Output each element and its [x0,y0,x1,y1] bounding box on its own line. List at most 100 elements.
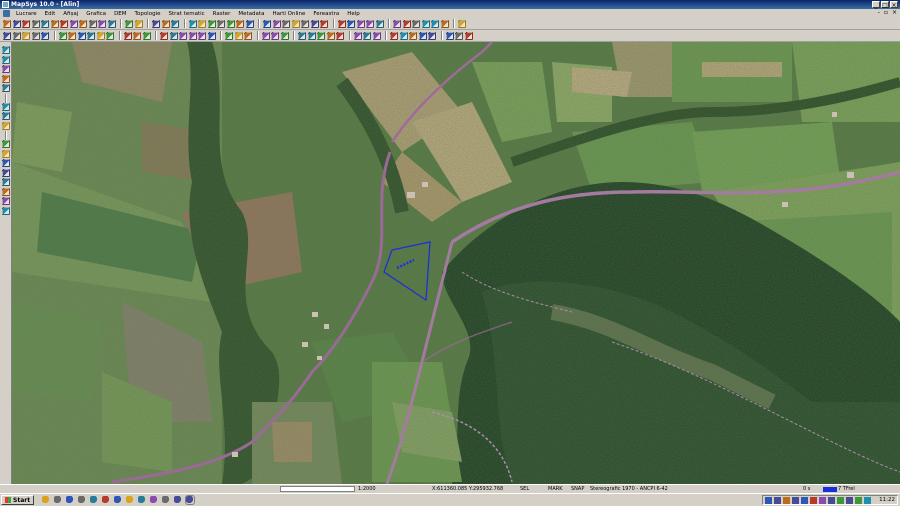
menu-afisaj[interactable]: Afișaj [59,11,82,17]
maximize-button[interactable]: □ [881,1,889,9]
trim-icon[interactable] [179,31,187,40]
undo-icon[interactable] [125,19,133,28]
mdi-minimize-button[interactable]: - [878,9,880,16]
snap-mid-icon[interactable] [356,19,365,28]
mdi-restore-button[interactable]: ▫ [884,9,888,16]
layer-tool-icon[interactable] [1,84,10,92]
edit-tool-icon[interactable] [1,206,10,215]
export-icon[interactable] [107,19,116,28]
polar-icon[interactable] [372,31,381,40]
map-canvas[interactable] [12,42,900,484]
word-icon[interactable] [90,496,99,504]
label-icon[interactable] [225,31,233,40]
print-icon[interactable] [31,19,40,28]
layers-icon[interactable] [458,19,466,28]
pdf-icon[interactable] [114,496,123,504]
info-icon[interactable] [245,19,254,28]
pan-icon[interactable] [217,19,225,28]
folder-icon[interactable] [78,496,87,504]
mark-indicator[interactable]: MARK [548,486,563,492]
save-icon[interactable] [22,19,30,28]
ie-icon[interactable] [54,496,63,504]
move-icon[interactable] [22,31,30,40]
attribute-icon[interactable] [236,19,244,28]
menu-topologie[interactable]: Topologie [131,11,165,17]
minimize-button[interactable]: _ [872,1,880,9]
coord-icon[interactable] [390,31,398,40]
bisect-icon[interactable] [336,31,344,40]
circle-icon[interactable] [96,31,105,40]
rectangle-icon[interactable] [87,31,95,40]
offset-icon[interactable] [169,31,178,40]
node-select-icon[interactable] [12,31,21,40]
raster-icon[interactable] [310,19,319,28]
snap-icon[interactable] [337,19,346,28]
line-icon[interactable] [58,31,67,40]
scale-icon[interactable] [41,31,49,40]
command-input[interactable] [280,486,355,492]
snap-center-icon[interactable] [366,19,374,28]
edit-tool-icon[interactable] [1,197,10,205]
rotate-icon[interactable] [31,31,40,40]
sound-icon[interactable] [783,496,791,504]
document-icon[interactable] [3,10,10,17]
measure-icon[interactable] [142,31,151,40]
start-button[interactable]: Start [1,495,35,505]
app-icon[interactable] [2,1,9,8]
properties-icon[interactable] [98,19,106,28]
merge-icon[interactable] [421,19,430,28]
display-icon[interactable] [819,496,827,504]
hatch-icon[interactable] [261,31,270,40]
power-icon[interactable] [828,496,836,504]
open-folder-icon[interactable] [88,19,97,28]
edit-tool-icon[interactable] [1,140,10,148]
dimension-icon[interactable] [234,31,243,40]
menu-dem[interactable]: DEM [110,11,130,17]
polygon-icon[interactable] [77,31,86,40]
grid-icon[interactable] [320,19,328,28]
symbol-icon[interactable] [133,31,141,40]
mapsys-icon[interactable] [185,495,196,505]
join-icon[interactable] [207,31,216,40]
redo-icon[interactable] [134,19,143,28]
email-icon[interactable] [66,496,75,504]
paste-icon[interactable] [171,19,179,28]
network-icon[interactable] [765,496,773,504]
topology-icon[interactable] [431,19,439,28]
explorer-icon[interactable] [42,496,51,504]
fence-line-icon[interactable] [445,31,454,40]
stack-icon[interactable] [464,31,473,40]
snap-grid-icon[interactable] [353,31,362,40]
zoom-window-icon[interactable] [399,31,408,40]
select-icon[interactable] [263,19,271,28]
new-file-icon[interactable] [3,19,11,28]
menu-lucrare[interactable]: Lucrare [12,11,41,17]
intersect-icon[interactable] [317,31,325,40]
fence-icon[interactable] [298,31,306,40]
text-icon[interactable] [123,31,132,40]
zoom-in-icon[interactable] [188,19,197,28]
update-icon[interactable] [792,496,800,504]
media-icon[interactable] [162,496,171,504]
menu-help[interactable]: Help [343,11,364,17]
menu-strat-tematic[interactable]: Strat tematic [164,11,208,17]
split-icon[interactable] [412,19,420,28]
select-tool-icon[interactable] [1,46,10,54]
battery-icon[interactable] [810,496,818,504]
layer-tool-icon[interactable] [1,74,10,83]
color-icon[interactable] [280,31,289,40]
edit-tool-icon[interactable] [1,178,10,186]
check-icon[interactable] [440,19,449,28]
select-poly-icon[interactable] [282,19,290,28]
zoom-out-icon[interactable] [198,19,206,28]
ortho-icon[interactable] [363,31,371,40]
antivirus-icon[interactable] [774,496,782,504]
node-icon[interactable] [393,19,401,28]
perpendicular-icon[interactable] [307,31,316,40]
menu-fereastra[interactable]: Fereastra [309,11,343,17]
image-icon[interactable] [174,496,183,504]
skype-icon[interactable] [150,496,159,504]
redraw-icon[interactable] [409,31,417,40]
circle-icon[interactable] [375,19,384,28]
tray-icon[interactable] [855,496,863,504]
